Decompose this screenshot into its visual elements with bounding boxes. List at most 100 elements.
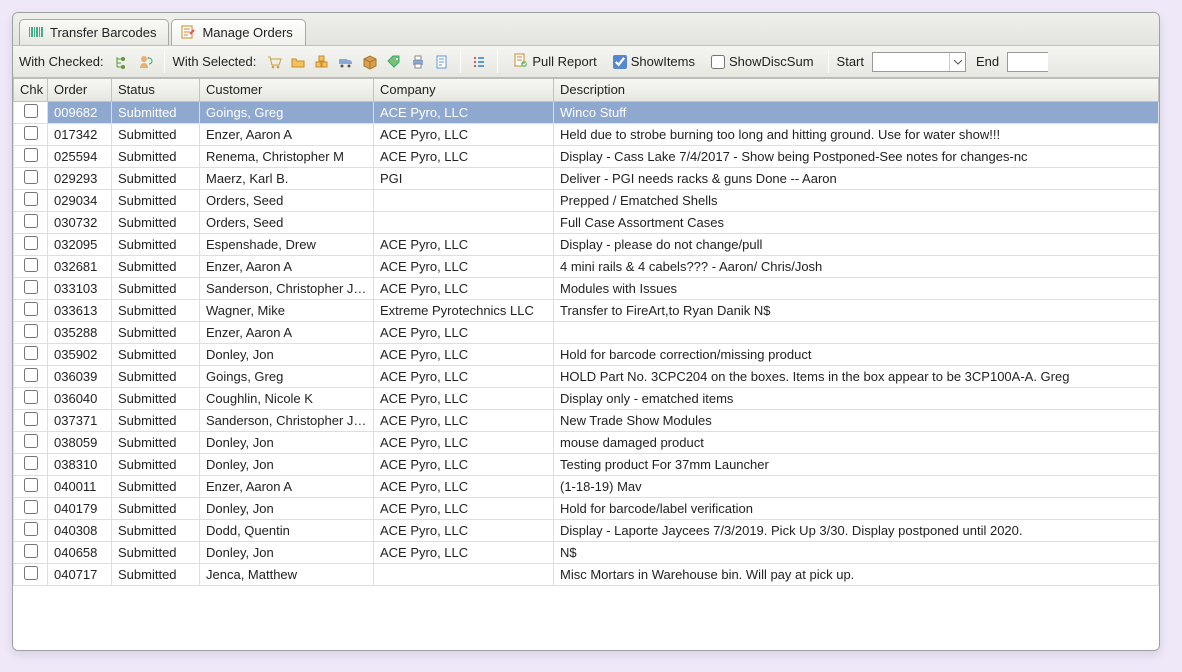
table-row[interactable]: 040011SubmittedEnzer, Aaron AACE Pyro, L… — [14, 475, 1159, 497]
table-row[interactable]: 033103SubmittedSanderson, Christopher Ja… — [14, 277, 1159, 299]
row-checkbox-cell[interactable] — [14, 409, 48, 431]
row-checkbox-cell[interactable] — [14, 541, 48, 563]
row-checkbox[interactable] — [24, 214, 38, 228]
show-disc-sum-checkbox[interactable]: ShowDiscSum — [705, 52, 820, 71]
table-row[interactable]: 037371SubmittedSanderson, Christopher Ja… — [14, 409, 1159, 431]
table-row[interactable]: 030732SubmittedOrders, SeedFull Case Ass… — [14, 211, 1159, 233]
row-checkbox-cell[interactable] — [14, 343, 48, 365]
row-checkbox-cell[interactable] — [14, 101, 48, 123]
row-checkbox[interactable] — [24, 346, 38, 360]
row-checkbox-cell[interactable] — [14, 365, 48, 387]
folder-open-icon[interactable] — [288, 52, 308, 72]
table-row[interactable]: 029293SubmittedMaerz, Karl B.PGIDeliver … — [14, 167, 1159, 189]
dropdown-icon[interactable] — [949, 53, 965, 71]
toolbar: With Checked: With Selected: Pull Report… — [13, 46, 1159, 78]
table-row[interactable]: 029034SubmittedOrders, SeedPrepped / Ema… — [14, 189, 1159, 211]
row-checkbox-cell[interactable] — [14, 299, 48, 321]
end-date-field[interactable] — [1007, 52, 1048, 72]
document-icon[interactable] — [432, 52, 452, 72]
row-checkbox-cell[interactable] — [14, 387, 48, 409]
row-checkbox[interactable] — [24, 324, 38, 338]
row-checkbox[interactable] — [24, 148, 38, 162]
row-checkbox[interactable] — [24, 236, 38, 250]
col-header-chk[interactable]: Chk — [14, 79, 48, 101]
row-checkbox[interactable] — [24, 280, 38, 294]
col-header-status[interactable]: Status — [112, 79, 200, 101]
row-checkbox[interactable] — [24, 544, 38, 558]
col-header-customer[interactable]: Customer — [200, 79, 374, 101]
row-checkbox-cell[interactable] — [14, 475, 48, 497]
table-row[interactable]: 038310SubmittedDonley, JonACE Pyro, LLCT… — [14, 453, 1159, 475]
print-icon[interactable] — [408, 52, 428, 72]
cell-status: Submitted — [112, 453, 200, 475]
table-row[interactable]: 032095SubmittedEspenshade, DrewACE Pyro,… — [14, 233, 1159, 255]
user-refresh-icon[interactable] — [136, 52, 156, 72]
row-checkbox[interactable] — [24, 192, 38, 206]
show-items-input[interactable] — [613, 55, 627, 69]
tree-icon[interactable] — [112, 52, 132, 72]
table-row[interactable]: 035288SubmittedEnzer, Aaron AACE Pyro, L… — [14, 321, 1159, 343]
tag-icon[interactable] — [384, 52, 404, 72]
start-date-field[interactable] — [872, 52, 966, 72]
row-checkbox-cell[interactable] — [14, 167, 48, 189]
table-row[interactable]: 033613SubmittedWagner, MikeExtreme Pyrot… — [14, 299, 1159, 321]
row-checkbox-cell[interactable] — [14, 497, 48, 519]
list-icon[interactable] — [469, 52, 489, 72]
row-checkbox-cell[interactable] — [14, 321, 48, 343]
show-disc-sum-label: ShowDiscSum — [729, 54, 814, 69]
row-checkbox-cell[interactable] — [14, 189, 48, 211]
pull-report-button[interactable]: Pull Report — [506, 50, 602, 73]
tab-manage-orders[interactable]: Manage Orders — [171, 19, 305, 45]
table-row[interactable]: 040658SubmittedDonley, JonACE Pyro, LLCN… — [14, 541, 1159, 563]
cell-customer: Renema, Christopher M — [200, 145, 374, 167]
col-header-order[interactable]: Order — [48, 79, 112, 101]
row-checkbox[interactable] — [24, 500, 38, 514]
show-items-checkbox[interactable]: ShowItems — [607, 52, 701, 71]
table-row[interactable]: 036040SubmittedCoughlin, Nicole KACE Pyr… — [14, 387, 1159, 409]
row-checkbox-cell[interactable] — [14, 431, 48, 453]
row-checkbox[interactable] — [24, 104, 38, 118]
cell-company: ACE Pyro, LLC — [374, 431, 554, 453]
cart-icon[interactable] — [264, 52, 284, 72]
truck-icon[interactable] — [336, 52, 356, 72]
table-row[interactable]: 040179SubmittedDonley, JonACE Pyro, LLCH… — [14, 497, 1159, 519]
row-checkbox-cell[interactable] — [14, 277, 48, 299]
row-checkbox-cell[interactable] — [14, 123, 48, 145]
row-checkbox[interactable] — [24, 368, 38, 382]
box-icon[interactable] — [360, 52, 380, 72]
col-header-company[interactable]: Company — [374, 79, 554, 101]
row-checkbox-cell[interactable] — [14, 145, 48, 167]
row-checkbox[interactable] — [24, 412, 38, 426]
row-checkbox[interactable] — [24, 170, 38, 184]
table-row[interactable]: 009682SubmittedGoings, GregACE Pyro, LLC… — [14, 101, 1159, 123]
table-row[interactable]: 038059SubmittedDonley, JonACE Pyro, LLCm… — [14, 431, 1159, 453]
row-checkbox[interactable] — [24, 126, 38, 140]
row-checkbox[interactable] — [24, 390, 38, 404]
row-checkbox-cell[interactable] — [14, 453, 48, 475]
row-checkbox[interactable] — [24, 456, 38, 470]
col-header-description[interactable]: Description — [554, 79, 1159, 101]
row-checkbox-cell[interactable] — [14, 233, 48, 255]
cell-order: 033613 — [48, 299, 112, 321]
show-disc-sum-input[interactable] — [711, 55, 725, 69]
row-checkbox-cell[interactable] — [14, 211, 48, 233]
row-checkbox[interactable] — [24, 478, 38, 492]
boxes-icon[interactable] — [312, 52, 332, 72]
table-row[interactable]: 036039SubmittedGoings, GregACE Pyro, LLC… — [14, 365, 1159, 387]
row-checkbox-cell[interactable] — [14, 519, 48, 541]
table-row[interactable]: 032681SubmittedEnzer, Aaron AACE Pyro, L… — [14, 255, 1159, 277]
row-checkbox[interactable] — [24, 302, 38, 316]
tab-transfer-barcodes[interactable]: Transfer Barcodes — [19, 19, 169, 45]
table-row[interactable]: 035902SubmittedDonley, JonACE Pyro, LLCH… — [14, 343, 1159, 365]
cell-description: Display - Cass Lake 7/4/2017 - Show bein… — [554, 145, 1159, 167]
row-checkbox-cell[interactable] — [14, 255, 48, 277]
row-checkbox[interactable] — [24, 566, 38, 580]
row-checkbox[interactable] — [24, 522, 38, 536]
row-checkbox-cell[interactable] — [14, 563, 48, 585]
row-checkbox[interactable] — [24, 434, 38, 448]
table-row[interactable]: 017342SubmittedEnzer, Aaron AACE Pyro, L… — [14, 123, 1159, 145]
table-row[interactable]: 040717SubmittedJenca, MatthewMisc Mortar… — [14, 563, 1159, 585]
table-row[interactable]: 040308SubmittedDodd, QuentinACE Pyro, LL… — [14, 519, 1159, 541]
table-row[interactable]: 025594SubmittedRenema, Christopher MACE … — [14, 145, 1159, 167]
row-checkbox[interactable] — [24, 258, 38, 272]
